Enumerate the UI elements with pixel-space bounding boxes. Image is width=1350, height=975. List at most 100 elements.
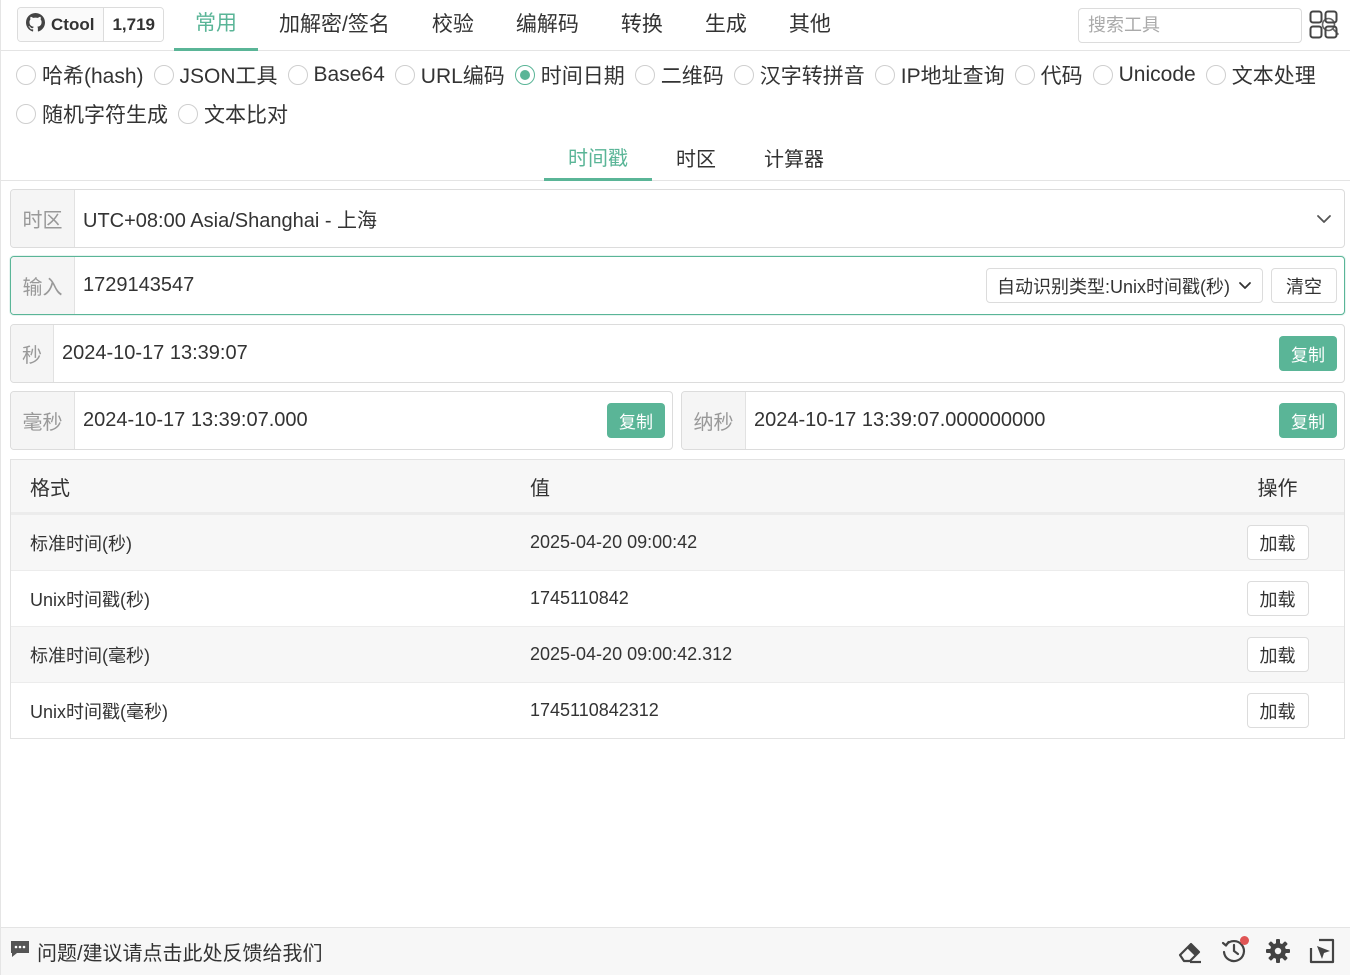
- radio-dot[interactable]: [16, 104, 36, 124]
- select-cursor-icon[interactable]: [1307, 936, 1337, 966]
- footer-bar: 问题/建议请点击此处反馈给我们: [1, 927, 1350, 975]
- tool-radio-pinyin[interactable]: 汉字转拼音: [733, 63, 865, 88]
- sub-tabs: 时间戳 时区 计算器: [1, 140, 1350, 181]
- tool-radio-qrcode[interactable]: 二维码: [634, 63, 724, 88]
- brand-badge[interactable]: Ctool 1,719: [17, 7, 164, 42]
- type-detect-select[interactable]: 自动识别类型:Unix时间戳(秒): [986, 268, 1263, 303]
- message-icon: [9, 939, 31, 965]
- tool-radio-group: 哈希(hash) JSON工具 Base64 URL编码 时间日期 二维码 汉字…: [16, 63, 1336, 127]
- nanos-value[interactable]: 2024-10-17 13:39:07.000000000: [746, 409, 1279, 432]
- header-value: 值: [530, 477, 550, 500]
- load-button[interactable]: 加载: [1246, 693, 1309, 728]
- apps-grid-icon[interactable]: [1309, 10, 1338, 39]
- tool-radio-ip[interactable]: IP地址查询: [874, 63, 1005, 88]
- load-button[interactable]: 加载: [1246, 525, 1309, 560]
- header-action: 操作: [1257, 477, 1298, 500]
- load-button[interactable]: 加载: [1246, 581, 1309, 616]
- nav-item-crypto[interactable]: 加解密/签名: [258, 0, 411, 51]
- search-input[interactable]: [1079, 9, 1320, 42]
- tool-radio-code[interactable]: 代码: [1014, 63, 1083, 88]
- radio-dot[interactable]: [394, 65, 415, 85]
- copy-nanos-button[interactable]: 复制: [1279, 403, 1337, 438]
- radio-dot-selected[interactable]: [514, 65, 535, 85]
- tool-radio-random[interactable]: 随机字符生成: [16, 102, 168, 127]
- footer-actions: [1175, 936, 1337, 966]
- timezone-value: UTC+08:00 Asia/Shanghai - 上海: [83, 210, 378, 232]
- radio-dot[interactable]: [634, 65, 655, 85]
- copy-millis-button[interactable]: 复制: [607, 403, 665, 438]
- tool-radio-diff[interactable]: 文本比对: [178, 102, 288, 127]
- radio-dot[interactable]: [1205, 65, 1226, 85]
- copy-seconds-button[interactable]: 复制: [1279, 336, 1337, 371]
- tab-calculator[interactable]: 计算器: [740, 140, 848, 181]
- row-value: 1745110842: [530, 588, 629, 608]
- timestamp-input-group: 输入 自动识别类型:Unix时间戳(秒) 清空: [10, 256, 1345, 315]
- row-format: 标准时间(毫秒): [30, 645, 150, 666]
- gear-icon[interactable]: [1263, 936, 1293, 966]
- eraser-icon[interactable]: [1175, 936, 1205, 966]
- radio-dot[interactable]: [16, 65, 36, 85]
- input-label: 输入: [11, 257, 75, 314]
- load-button[interactable]: 加载: [1246, 637, 1309, 672]
- tool-radio-url[interactable]: URL编码: [394, 63, 505, 88]
- row-action: 加载: [1211, 581, 1344, 616]
- radio-dot[interactable]: [287, 65, 308, 85]
- timezone-label: 时区: [11, 190, 75, 247]
- radio-dot[interactable]: [153, 65, 174, 85]
- tool-radio-hash[interactable]: 哈希(hash): [16, 63, 144, 88]
- millis-label: 毫秒: [11, 392, 75, 449]
- radio-dot[interactable]: [1014, 65, 1035, 85]
- radio-label: 时间日期: [540, 65, 625, 88]
- category-nav: 常用 加解密/签名 校验 编解码 转换 生成 其他: [174, 0, 852, 51]
- header-format: 格式: [30, 477, 70, 500]
- radio-label: 随机字符生成: [42, 104, 168, 127]
- radio-dot[interactable]: [178, 104, 198, 124]
- millis-value[interactable]: 2024-10-17 13:39:07.000: [75, 409, 607, 432]
- nav-item-generate[interactable]: 生成: [684, 0, 768, 51]
- row-value: 2025-04-20 09:00:42.312: [530, 644, 733, 664]
- row-format: 标准时间(秒): [30, 533, 132, 554]
- radio-label: Base64: [313, 63, 385, 86]
- radio-dot[interactable]: [874, 65, 895, 85]
- row-value: 2025-04-20 09:00:42: [530, 532, 698, 552]
- radio-label: 代码: [1040, 65, 1083, 88]
- radio-label: 哈希(hash): [42, 65, 144, 88]
- timezone-select[interactable]: 时区 UTC+08:00 Asia/Shanghai - 上海: [10, 189, 1345, 248]
- nav-item-convert[interactable]: 转换: [600, 0, 684, 51]
- history-icon[interactable]: [1219, 936, 1249, 966]
- github-icon: [26, 12, 45, 37]
- table-header: 格式 值 操作: [11, 460, 1344, 514]
- tool-radio-text[interactable]: 文本处理: [1205, 63, 1316, 88]
- top-bar: Ctool 1,719 常用 加解密/签名 校验 编解码 转换 生成 其他: [1, 0, 1350, 51]
- nav-item-other[interactable]: 其他: [768, 0, 852, 51]
- feedback-link[interactable]: 问题/建议请点击此处反馈给我们: [1, 937, 323, 966]
- table-row: Unix时间戳(毫秒) 1745110842312 加载: [11, 682, 1344, 738]
- nav-item-codec[interactable]: 编解码: [495, 0, 600, 51]
- tab-timestamp[interactable]: 时间戳: [544, 140, 652, 181]
- tool-radio-base64[interactable]: Base64: [287, 63, 385, 87]
- clear-button[interactable]: 清空: [1271, 268, 1337, 303]
- table-row: Unix时间戳(秒) 1745110842 加载: [11, 570, 1344, 626]
- nav-item-checksum[interactable]: 校验: [411, 0, 495, 51]
- star-count: 1,719: [103, 8, 163, 41]
- tool-radio-unicode[interactable]: Unicode: [1092, 63, 1196, 87]
- chevron-down-icon[interactable]: [1304, 214, 1344, 224]
- brand-name-section: Ctool: [18, 8, 104, 41]
- tab-timezone[interactable]: 时区: [652, 140, 740, 181]
- radio-dot[interactable]: [733, 65, 754, 85]
- chevron-down-icon: [1239, 282, 1251, 289]
- tool-radio-json[interactable]: JSON工具: [153, 63, 278, 88]
- row-action: 加载: [1211, 637, 1344, 672]
- radio-dot[interactable]: [1092, 65, 1113, 85]
- seconds-value[interactable]: 2024-10-17 13:39:07: [54, 342, 1279, 365]
- nav-item-common[interactable]: 常用: [174, 0, 258, 51]
- nanos-label: 纳秒: [682, 392, 746, 449]
- radio-label: 汉字转拼音: [759, 65, 865, 88]
- table-row: 标准时间(毫秒) 2025-04-20 09:00:42.312 加载: [11, 626, 1344, 682]
- tool-radio-datetime[interactable]: 时间日期: [514, 63, 625, 88]
- radio-label: JSON工具: [179, 65, 278, 88]
- millis-output-group: 毫秒 2024-10-17 13:39:07.000 复制: [10, 391, 673, 450]
- brand-name: Ctool: [51, 14, 95, 34]
- timestamp-input[interactable]: [75, 257, 986, 314]
- radio-label: IP地址查询: [900, 65, 1005, 88]
